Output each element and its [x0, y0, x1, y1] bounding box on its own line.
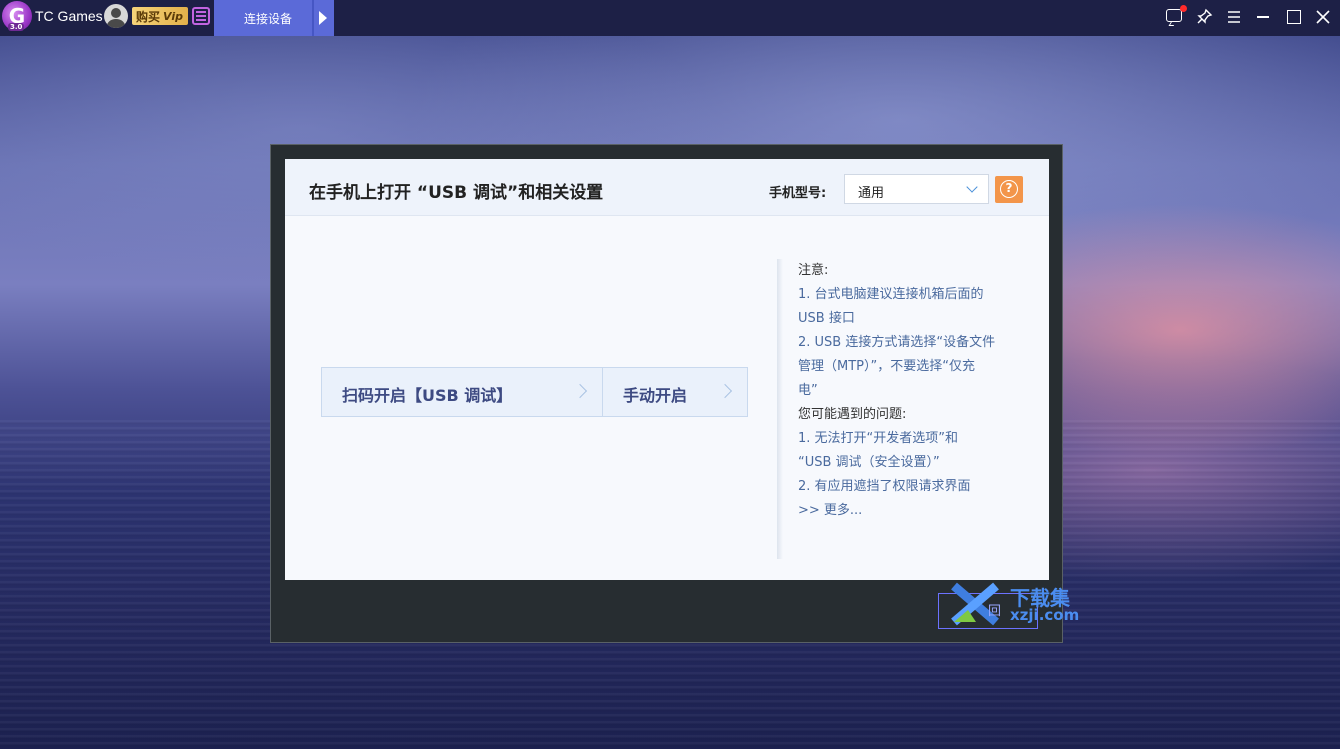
scan-enable-label: 扫码开启【USB 调试】 [342, 386, 513, 405]
chevron-right-icon [572, 383, 588, 399]
usb-debug-dialog: 在手机上打开 “USB 调试”和相关设置 手机型号: 通用 ? 扫码开启【USB… [285, 159, 1049, 580]
problem-link[interactable]: “USB 调试（安全设置）” [798, 451, 1023, 475]
notes-divider [777, 259, 783, 559]
manual-enable-label: 手动开启 [623, 386, 688, 405]
pin-icon[interactable] [1193, 6, 1215, 28]
buy-label: 购买 [136, 9, 161, 24]
enable-method-buttons: 扫码开启【USB 调试】 手动开启 [321, 367, 748, 417]
chevron-down-icon [966, 181, 978, 193]
app-name: TC Games [35, 8, 103, 24]
keyboard-mapping-icon[interactable] [192, 7, 210, 25]
notes-panel: 注意: 1. 台式电脑建议连接机箱后面的 USB 接口 2. USB 连接方式请… [798, 259, 1023, 523]
tab-separator [312, 0, 314, 36]
notification-dot [1180, 5, 1187, 12]
buy-vip-button[interactable]: 购买 Vip [132, 7, 188, 25]
chat-icon[interactable] [1166, 9, 1182, 22]
notes-heading: 注意: [798, 263, 829, 278]
minimize-icon[interactable] [1252, 6, 1274, 28]
logo-version: 3.0 [8, 23, 25, 31]
problem-link[interactable]: 1. 无法打开“开发者选项”和 [798, 427, 1023, 451]
chevron-right-icon [717, 383, 733, 399]
phone-model-select[interactable]: 通用 [844, 174, 989, 204]
close-icon[interactable] [1312, 6, 1334, 28]
phone-model-label: 手机型号: [769, 186, 827, 201]
tab-connect-device[interactable]: 连接设备 [214, 0, 334, 36]
play-arrow-icon[interactable] [319, 11, 327, 25]
user-avatar-icon[interactable] [104, 4, 128, 28]
note-line: 电” [798, 383, 818, 398]
phone-model-value: 通用 [858, 186, 885, 201]
dialog-title: 在手机上打开 “USB 调试”和相关设置 [309, 183, 604, 203]
dialog-header: 在手机上打开 “USB 调试”和相关设置 手机型号: 通用 ? [285, 159, 1049, 216]
question-icon: ? [1000, 180, 1018, 198]
watermark-partial: 回 [988, 604, 1002, 619]
watermark-en: xzji.com [1010, 606, 1080, 624]
note-line: 1. 台式电脑建议连接机箱后面的 [798, 287, 984, 302]
manual-enable-button[interactable]: 手动开启 [603, 368, 747, 416]
menu-icon[interactable] [1223, 6, 1245, 28]
tab-connect-label: 连接设备 [244, 12, 293, 26]
more-link[interactable]: >> 更多... [798, 499, 1023, 523]
problem-link[interactable]: 2. 有应用遮挡了权限请求界面 [798, 475, 1023, 499]
note-line: 管理（MTP）”，不要选择“仅充 [798, 359, 975, 374]
watermark-logo: 回 下载集 xzji.com [938, 582, 1090, 630]
app-logo: G 3.0 [2, 1, 32, 31]
help-button[interactable]: ? [995, 176, 1023, 203]
title-bar: G 3.0 TC Games 购买 Vip 连接设备 [0, 0, 1340, 36]
note-line: USB 接口 [798, 311, 855, 326]
maximize-icon[interactable] [1282, 6, 1304, 28]
vip-label: Vip [163, 9, 183, 23]
problems-heading: 您可能遇到的问题: [798, 407, 907, 422]
note-line: 2. USB 连接方式请选择“设备文件 [798, 335, 996, 350]
scan-enable-button[interactable]: 扫码开启【USB 调试】 [322, 368, 603, 416]
